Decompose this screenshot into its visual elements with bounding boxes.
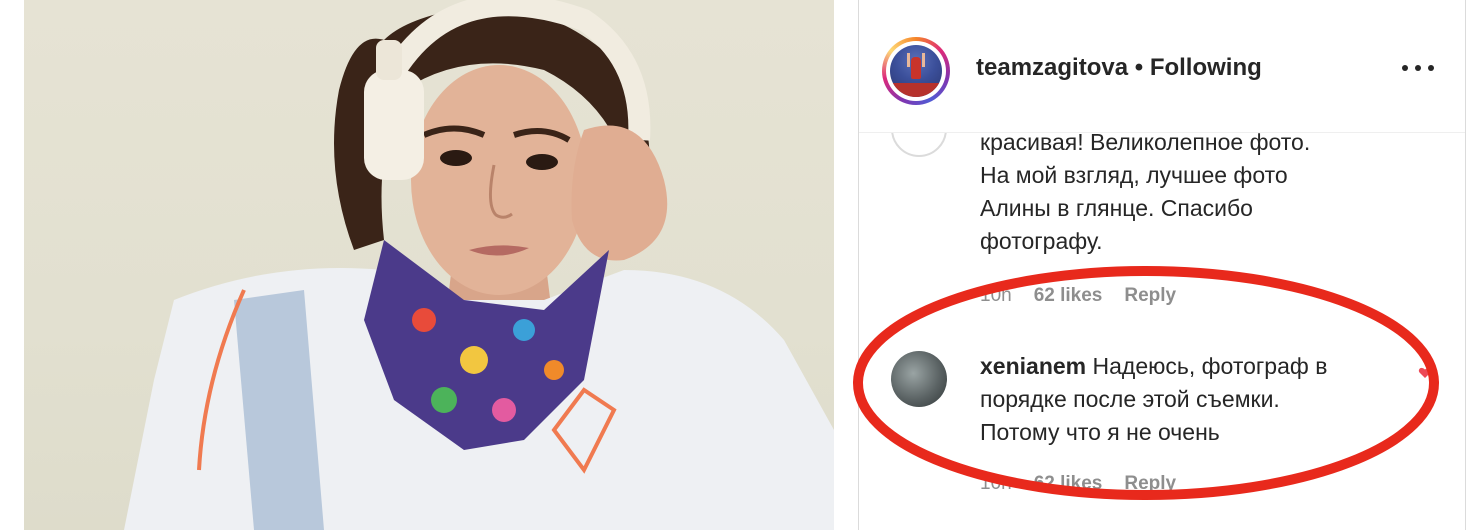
comment-username[interactable]: xenianem xyxy=(980,353,1086,379)
post-photo[interactable] xyxy=(24,0,834,530)
reply-button[interactable]: Reply xyxy=(1124,285,1176,306)
reply-button[interactable]: Reply xyxy=(1124,473,1176,494)
comment-meta: 10n 62 likes Reply xyxy=(980,285,1176,307)
username-follow-line: teamzagitova • Following xyxy=(976,54,1262,82)
separator: • xyxy=(1128,54,1150,81)
comment-text: красивая! Великолепное фото. На мой взгл… xyxy=(980,133,1311,254)
comment-time[interactable]: 10n xyxy=(980,285,1012,306)
comment-time[interactable]: 10n xyxy=(980,473,1012,494)
comment-text: xenianem Надеюсь, фотограф в порядке пос… xyxy=(980,353,1328,445)
portrait-illustration xyxy=(124,0,834,530)
following-button[interactable]: Following xyxy=(1150,54,1262,81)
likes-count[interactable]: 62 likes xyxy=(1034,473,1103,494)
comment-meta: 10n 62 likes Reply xyxy=(980,473,1176,495)
instagram-post: teamzagitova • Following красивая! Велик… xyxy=(0,0,1470,530)
comment-avatar[interactable] xyxy=(891,133,947,157)
comments-list[interactable]: красивая! Великолепное фото. На мой взгл… xyxy=(859,133,1465,530)
likes-count[interactable]: 62 likes xyxy=(1034,285,1103,306)
username-link[interactable]: teamzagitova xyxy=(976,54,1128,81)
avatar[interactable] xyxy=(890,45,942,97)
like-heart-icon[interactable] xyxy=(1418,366,1432,380)
comment-avatar[interactable] xyxy=(891,351,947,407)
more-options-icon[interactable] xyxy=(1402,56,1434,80)
